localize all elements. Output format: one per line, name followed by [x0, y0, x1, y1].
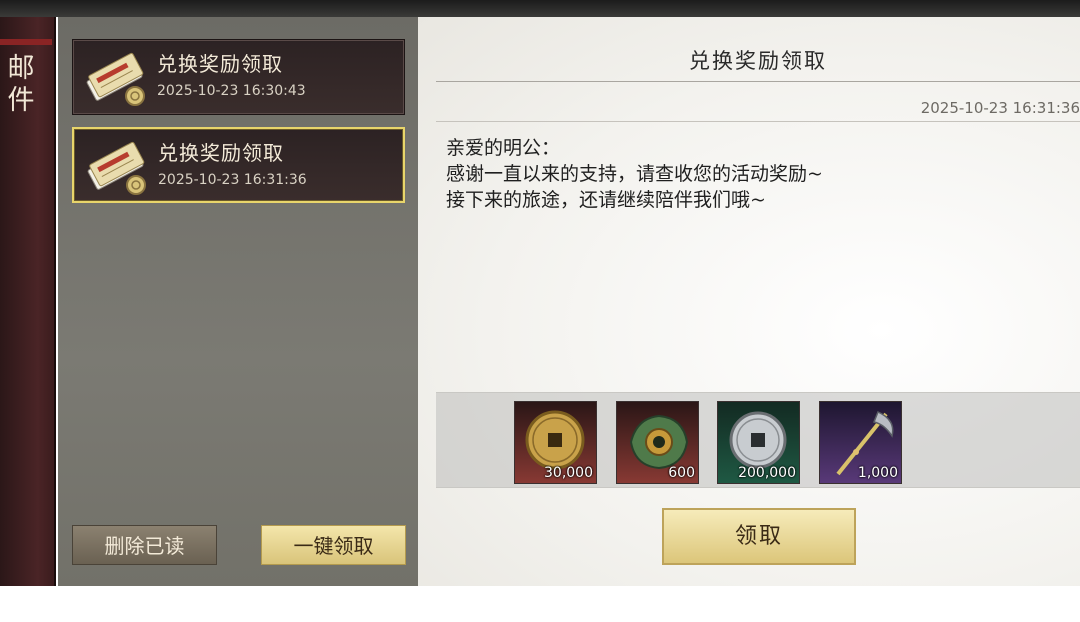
body-line: 接下来的旅途，还请继续陪伴我们哦~: [446, 189, 766, 211]
reward-item[interactable]: 1,000: [819, 401, 902, 484]
mail-item-title: 兑换奖励领取: [158, 141, 284, 165]
body-line: 感谢一直以来的支持，请查收您的活动奖励~: [446, 163, 823, 185]
reward-quantity: 1,000: [857, 465, 898, 481]
rewards-bar: 30,000 600 200,000 1,000: [436, 392, 1080, 488]
mail-item-selected[interactable]: 兑换奖励领取 2025-10-23 16:31:36: [72, 127, 405, 203]
top-bar: [0, 0, 1080, 17]
body-line: 亲爱的明公：: [446, 137, 561, 159]
claim-button[interactable]: 领取: [662, 508, 856, 565]
mail-list-panel: 兑换奖励领取 2025-10-23 16:30:43 兑换奖励领取 2025-1…: [58, 17, 418, 586]
tab-accent: [0, 39, 52, 45]
mail-tab-label: 邮件: [7, 53, 35, 116]
detail-body: 亲爱的明公： 感谢一直以来的支持，请查收您的活动奖励~ 接下来的旅途，还请继续陪…: [446, 135, 1066, 213]
detail-timestamp: 2025-10-23 16:31:36: [920, 99, 1080, 117]
reward-item[interactable]: 600: [616, 401, 699, 484]
delete-read-button[interactable]: 删除已读: [72, 525, 217, 565]
mail-tab[interactable]: 邮件: [0, 17, 56, 586]
reward-quantity: 600: [668, 465, 695, 481]
detail-title: 兑换奖励领取: [689, 49, 827, 73]
title-divider: [436, 81, 1080, 82]
mail-item[interactable]: 兑换奖励领取 2025-10-23 16:30:43: [72, 39, 405, 115]
mail-detail-panel: 兑换奖励领取 2025-10-23 16:31:36 亲爱的明公： 感谢一直以来…: [418, 17, 1080, 586]
time-divider: [436, 121, 1080, 122]
mail-item-title: 兑换奖励领取: [157, 52, 283, 76]
reward-scroll-icon: [86, 52, 145, 106]
mail-item-time: 2025-10-23 16:30:43: [157, 83, 306, 99]
claim-all-button[interactable]: 一键领取: [261, 525, 406, 565]
mail-screen: 邮件 兑换奖励领取 2025-10-23 16:30:43 兑换奖励领取 202…: [0, 0, 1080, 586]
reward-item[interactable]: 30,000: [514, 401, 597, 484]
reward-quantity: 30,000: [544, 465, 593, 481]
reward-scroll-icon: [87, 141, 146, 195]
reward-item[interactable]: 200,000: [717, 401, 800, 484]
mail-item-time: 2025-10-23 16:31:36: [158, 172, 307, 188]
reward-quantity: 200,000: [738, 465, 796, 481]
